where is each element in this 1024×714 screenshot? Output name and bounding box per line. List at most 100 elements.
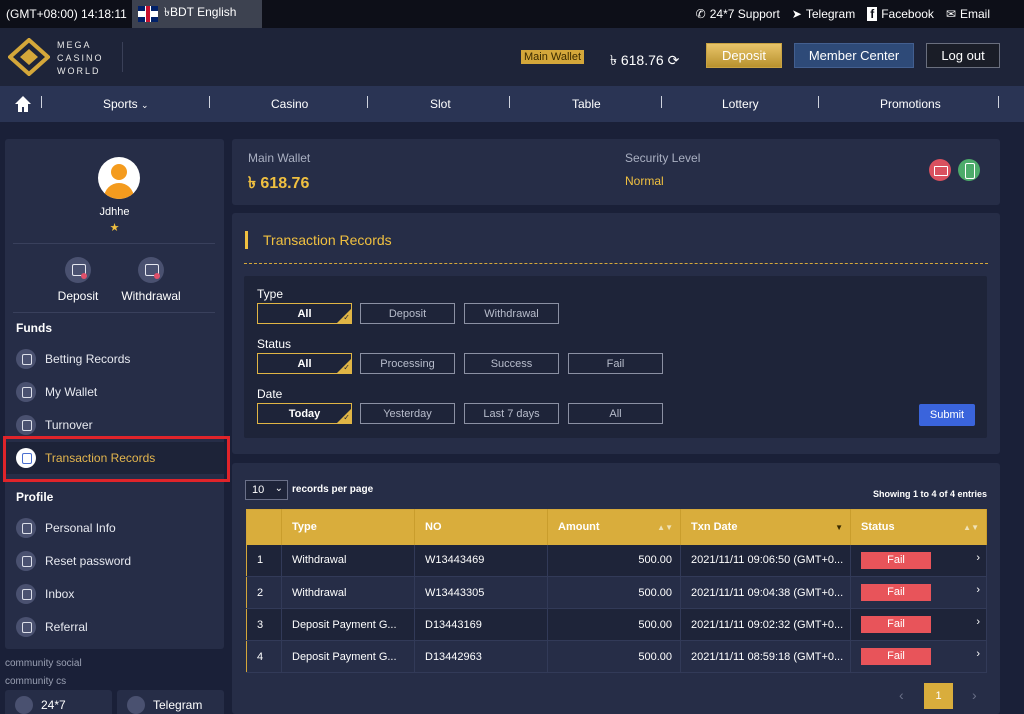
language-selector[interactable]: ৳BDT English xyxy=(132,0,262,28)
username: Jdhhe xyxy=(99,206,130,218)
facebook-link[interactable]: f Facebook xyxy=(867,7,934,21)
row-no: D13442963 xyxy=(414,640,548,673)
page-1-button[interactable]: 1 xyxy=(924,683,953,709)
chevron-right-icon[interactable]: › xyxy=(976,648,980,660)
col-txn-date[interactable]: Txn Date ▼ xyxy=(680,509,851,545)
date-today-button[interactable]: Today ✓ xyxy=(257,403,352,424)
table-row[interactable]: 1 Withdrawal W13443469 500.00 2021/11/11… xyxy=(246,544,987,577)
profile-title: Profile xyxy=(16,490,54,504)
page-title: Transaction Records xyxy=(245,231,392,249)
email-verify-icon[interactable] xyxy=(929,159,951,181)
col-status[interactable]: Status ▲▼ xyxy=(850,509,987,545)
support-247-label: 24*7 xyxy=(41,698,66,712)
prev-page-icon[interactable]: ‹ xyxy=(899,687,904,703)
chevron-right-icon[interactable]: › xyxy=(976,552,980,564)
next-page-icon[interactable]: › xyxy=(972,687,977,703)
logo-text: MEGA CASINO WORLD xyxy=(57,40,104,76)
nav-slot[interactable]: Slot xyxy=(430,97,451,111)
sidebar-item-label: Turnover xyxy=(45,418,93,432)
chevron-right-icon[interactable]: › xyxy=(976,616,980,628)
phone-verify-icon[interactable] xyxy=(958,159,980,181)
sidebar-withdrawal-button[interactable]: Withdrawal xyxy=(116,257,186,303)
status-success-button[interactable]: Success xyxy=(464,353,559,374)
type-deposit-button[interactable]: Deposit xyxy=(360,303,455,324)
divider xyxy=(13,243,215,244)
option-label: All xyxy=(297,357,312,370)
funds-title: Funds xyxy=(16,321,52,335)
wallet-balance-text: ৳ 618.76 xyxy=(610,52,664,68)
table-row[interactable]: 2 Withdrawal W13443305 500.00 2021/11/11… xyxy=(246,576,987,609)
sidebar-item-personal-info[interactable]: Personal Info xyxy=(5,512,224,544)
table-row[interactable]: 4 Deposit Payment G... D13442963 500.00 … xyxy=(246,640,987,673)
facebook-icon: f xyxy=(867,7,878,21)
status-all-button[interactable]: All ✓ xyxy=(257,353,352,374)
type-label: Type xyxy=(257,287,284,301)
sidebar-item-my-wallet[interactable]: My Wallet xyxy=(5,376,224,408)
filter-box: Type All ✓ Deposit Withdrawal Status All ✓… xyxy=(244,276,987,438)
sidebar-deposit-button[interactable]: Deposit xyxy=(43,257,113,303)
date-all-button[interactable]: All xyxy=(568,403,663,424)
col-txn-date-label: Txn Date xyxy=(691,521,738,534)
top-bar: (GMT+08:00) 14:18:11 ৳BDT English ✆ 24*7 … xyxy=(0,0,1024,28)
support-icon xyxy=(15,696,33,714)
sidebar-item-inbox[interactable]: Inbox xyxy=(5,578,224,610)
col-amount[interactable]: Amount ▲▼ xyxy=(547,509,681,545)
sidebar-item-label: My Wallet xyxy=(45,385,98,399)
email-link[interactable]: ✉ Email xyxy=(946,7,990,21)
records-table-panel: 10 ⌄ records per page Showing 1 to 4 of 4… xyxy=(232,463,1000,714)
support-247-button[interactable]: 24*7 xyxy=(5,690,112,714)
submit-button[interactable]: Submit xyxy=(919,404,975,426)
nav-lottery[interactable]: Lottery xyxy=(722,97,759,111)
email-icon: ✉ xyxy=(945,7,956,21)
telegram-cs-button[interactable]: Telegram xyxy=(117,690,224,714)
sidebar-item-label: Transaction Records xyxy=(45,451,156,465)
nav-divider xyxy=(209,96,210,108)
betting-records-icon xyxy=(16,349,36,369)
status-label: Status xyxy=(257,337,292,351)
nav-promotions[interactable]: Promotions xyxy=(880,97,941,111)
avatar[interactable] xyxy=(98,157,140,199)
nav-table[interactable]: Table xyxy=(572,97,601,111)
main-wallet-label: Main Wallet xyxy=(248,151,311,165)
date-last7-button[interactable]: Last 7 days xyxy=(464,403,559,424)
home-icon[interactable] xyxy=(14,95,32,113)
support-label: 24*7 Support xyxy=(709,7,780,21)
type-withdrawal-button[interactable]: Withdrawal xyxy=(464,303,559,324)
main-nav: Sports ⌄ Casino Slot Table Lottery Promo… xyxy=(0,86,1024,122)
status-fail-button[interactable]: Fail xyxy=(568,353,663,374)
withdrawal-icon xyxy=(138,257,164,283)
refresh-icon[interactable]: ⟳ xyxy=(668,52,680,68)
row-no: D13443169 xyxy=(414,608,548,641)
per-page-select[interactable]: 10 ⌄ xyxy=(245,480,288,500)
col-type[interactable]: Type xyxy=(281,509,415,545)
table-row[interactable]: 3 Deposit Payment G... D13443169 500.00 … xyxy=(246,608,987,641)
deposit-button[interactable]: Deposit xyxy=(706,43,782,68)
row-status: Fail › xyxy=(850,576,987,609)
nav-casino[interactable]: Casino xyxy=(271,97,308,111)
nav-divider xyxy=(41,96,42,108)
nav-sports[interactable]: Sports ⌄ xyxy=(103,97,149,111)
type-all-button[interactable]: All ✓ xyxy=(257,303,352,324)
sidebar-item-referral[interactable]: Referral xyxy=(5,611,224,643)
sidebar-item-reset-password[interactable]: Reset password xyxy=(5,545,224,577)
telegram-link[interactable]: ➤ Telegram xyxy=(792,7,855,21)
sort-icon: ▲▼ xyxy=(963,523,979,532)
row-index: 1 xyxy=(246,544,282,577)
status-processing-button[interactable]: Processing xyxy=(360,353,455,374)
header: MEGA CASINO WORLD Main Wallet ৳ 618.76 ⟳ D… xyxy=(0,28,1024,86)
date-yesterday-button[interactable]: Yesterday xyxy=(360,403,455,424)
col-no[interactable]: NO xyxy=(414,509,548,545)
row-date: 2021/11/11 09:02:32 (GMT+0... xyxy=(680,608,851,641)
status-badge: Fail xyxy=(861,551,931,569)
logo-icon[interactable] xyxy=(8,38,50,76)
logo-divider xyxy=(122,42,123,72)
chevron-down-icon: ⌄ xyxy=(141,100,149,110)
language-label: ৳BDT English xyxy=(164,5,237,19)
sidebar-item-betting-records[interactable]: Betting Records xyxy=(5,343,224,375)
sidebar-item-turnover[interactable]: Turnover xyxy=(5,409,224,441)
chevron-right-icon[interactable]: › xyxy=(976,584,980,596)
sidebar-item-transaction-records[interactable]: Transaction Records xyxy=(5,442,224,474)
logout-button[interactable]: Log out xyxy=(926,43,1000,68)
support-link[interactable]: ✆ 24*7 Support xyxy=(696,7,780,21)
member-center-button[interactable]: Member Center xyxy=(794,43,914,68)
